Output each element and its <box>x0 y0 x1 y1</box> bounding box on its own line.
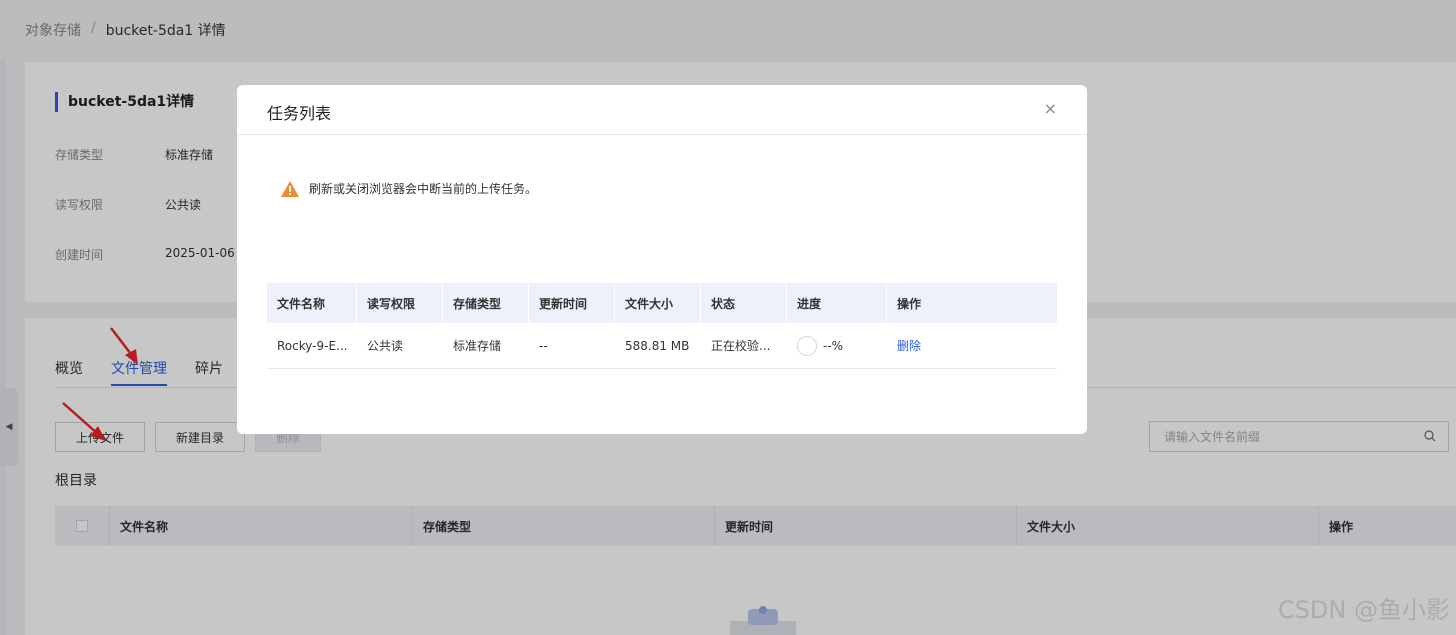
close-icon[interactable]: × <box>1044 99 1057 118</box>
warning-icon <box>281 180 299 197</box>
column-header: 操作 <box>897 296 922 311</box>
task-table: 文件名称 读写权限 存储类型 更新时间 文件大小 状态 进度 操作 Rocky-… <box>267 283 1057 369</box>
task-progress: --% <box>787 323 887 368</box>
column-header: 更新时间 <box>529 283 615 323</box>
task-table-header: 文件名称 读写权限 存储类型 更新时间 文件大小 状态 进度 操作 <box>267 283 1057 323</box>
warning-text: 刷新或关闭浏览器会中断当前的上传任务。 <box>309 182 538 196</box>
task-acl: 公共读 <box>367 339 404 353</box>
modal-header: 任务列表 × <box>237 85 1087 135</box>
task-list-modal: 任务列表 × 刷新或关闭浏览器会中断当前的上传任务。 文件名称 读写权限 存储类… <box>237 85 1087 434</box>
column-header: 文件名称 <box>267 283 357 323</box>
column-header: 状态 <box>701 283 787 323</box>
modal-title: 任务列表 <box>267 104 332 123</box>
task-row: Rocky-9-E... 公共读 标准存储 -- 588.81 MB 正在校验.… <box>267 323 1057 369</box>
watermark: CSDN @鱼小影 <box>1277 596 1450 624</box>
delete-task-link[interactable]: 删除 <box>897 337 921 354</box>
column-header: 读写权限 <box>357 283 443 323</box>
task-file-size: 588.81 MB <box>625 338 690 353</box>
task-storage-type: 标准存储 <box>453 339 502 353</box>
upload-warning: 刷新或关闭浏览器会中断当前的上传任务。 <box>281 180 537 197</box>
progress-text: --% <box>823 338 844 353</box>
column-header: 存储类型 <box>443 283 529 323</box>
task-file-name: Rocky-9-E... <box>277 338 348 353</box>
progress-ring-icon <box>797 335 817 356</box>
column-header: 文件大小 <box>615 283 701 323</box>
task-action: 删除 <box>887 323 1057 368</box>
task-status: 正在校验... <box>711 339 771 353</box>
column-header: 进度 <box>787 283 887 323</box>
task-updated-time: -- <box>539 338 548 353</box>
